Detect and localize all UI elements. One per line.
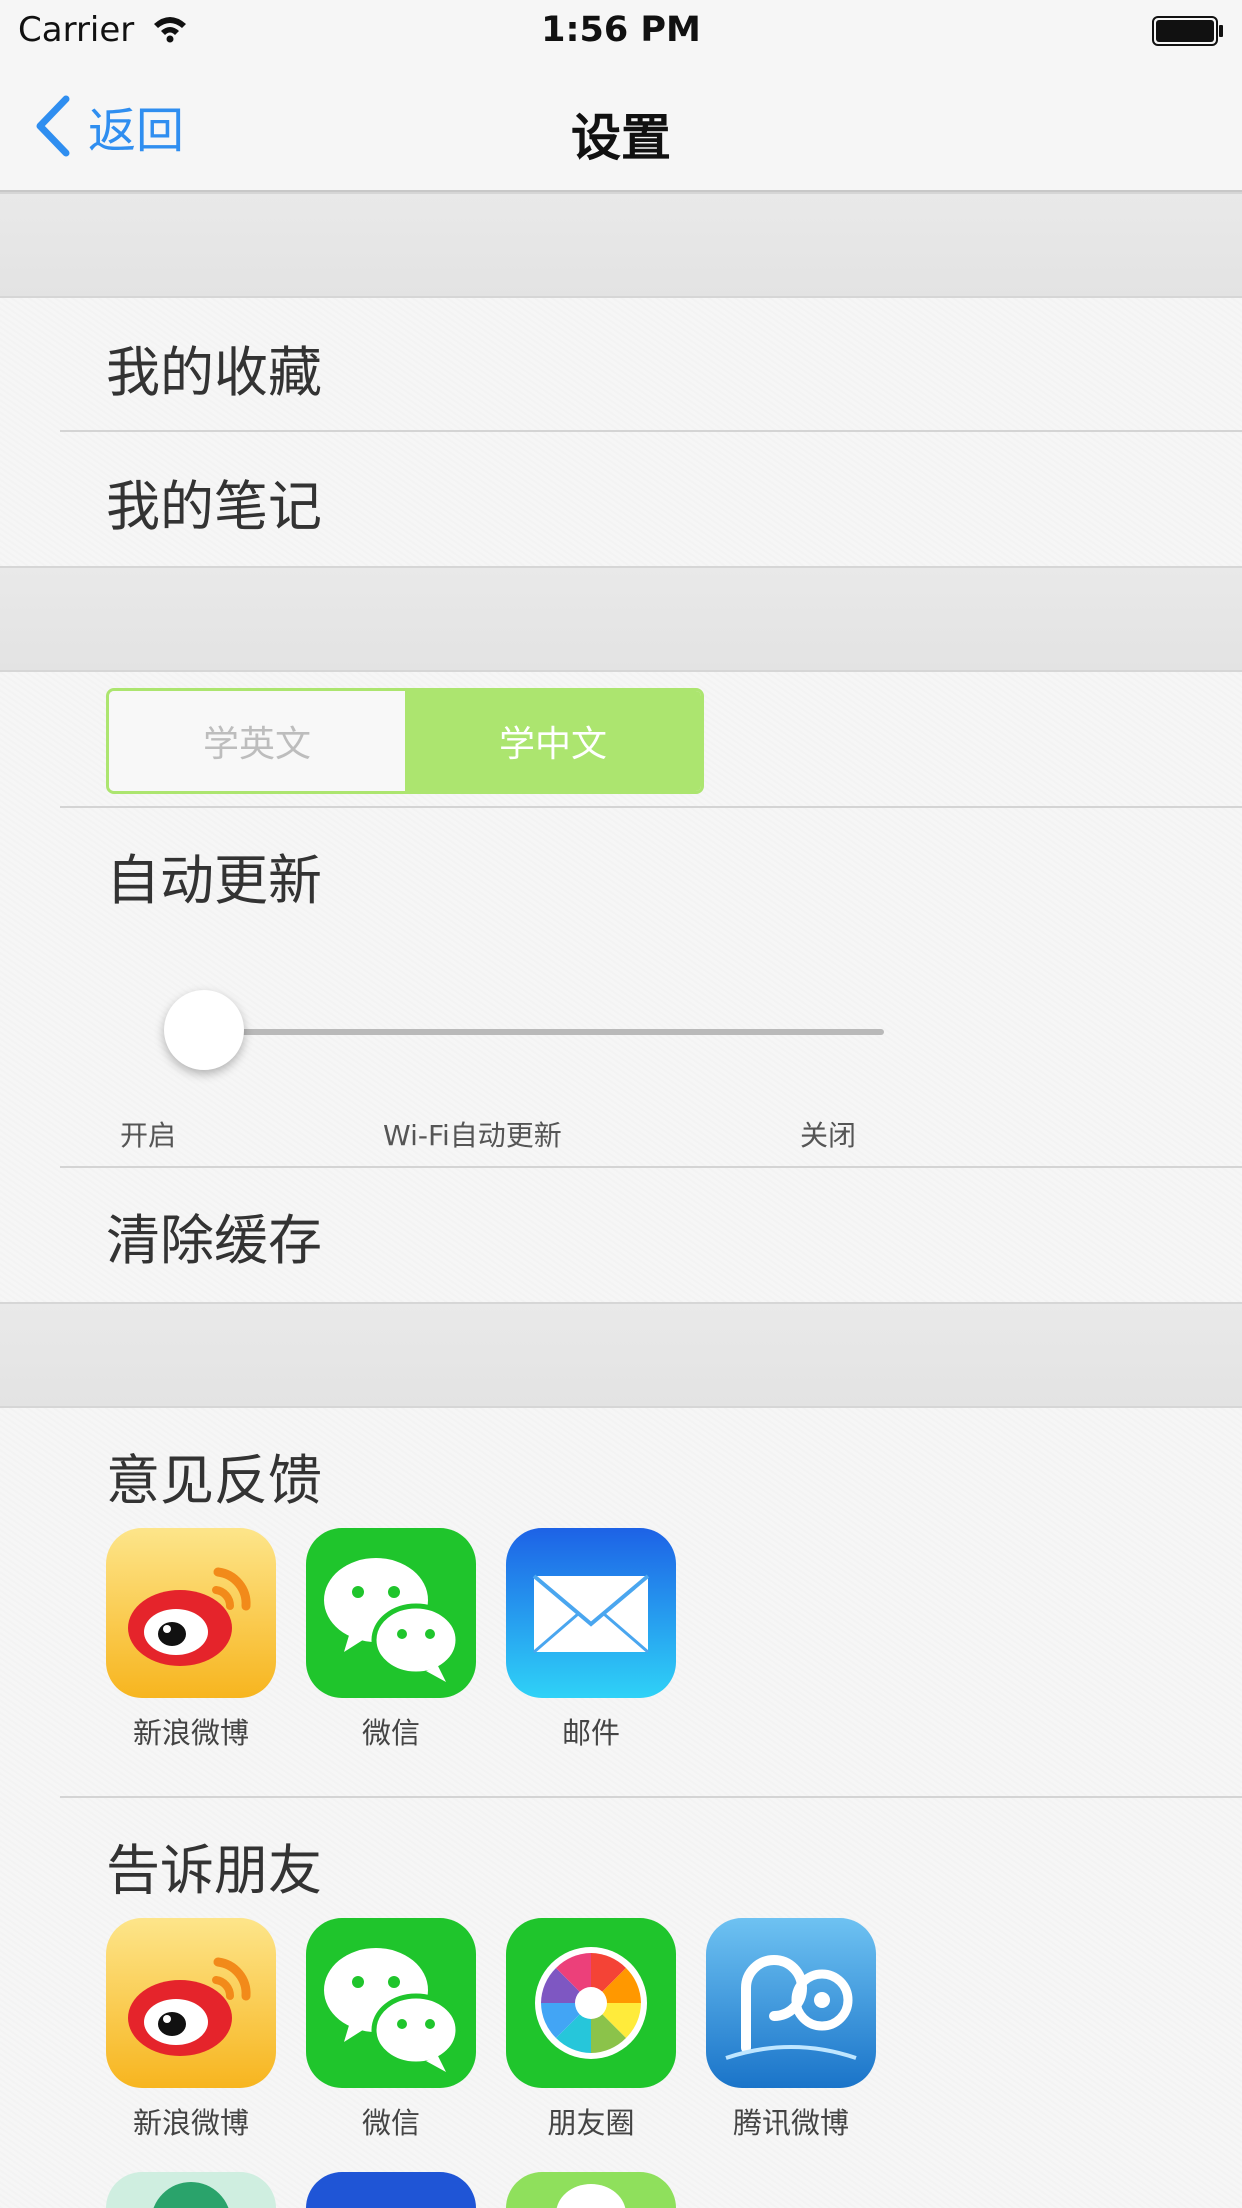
auto-update-slider-track[interactable] — [204, 1029, 884, 1035]
app-label: 朋友圈 — [547, 2106, 635, 2140]
share-wechat-button[interactable] — [306, 1918, 476, 2088]
favorites-row[interactable]: 我的收藏 — [106, 328, 322, 407]
tencent-weibo-icon — [706, 1918, 876, 2088]
auto-update-title: 自动更新 — [106, 849, 322, 912]
share-tencent-weibo-button[interactable] — [706, 1918, 876, 2088]
notes-row[interactable]: 我的笔记 — [106, 462, 322, 541]
language-segmented-control: 学英文 学中文 — [106, 688, 704, 794]
clear-cache-row[interactable]: 清除缓存 — [106, 1196, 322, 1275]
settings-group-1: 我的收藏 我的笔记 — [0, 298, 1242, 566]
navigation-bar: 返回 设置 — [0, 62, 1242, 192]
divider — [60, 430, 1242, 432]
section-gap — [0, 1302, 1242, 1408]
wechat-icon — [306, 1918, 476, 2088]
app-label: 新浪微博 — [132, 1716, 249, 1750]
slider-label-off: 关闭 — [800, 1119, 857, 1152]
app-label: 微信 — [361, 2106, 420, 2140]
moments-icon — [506, 1918, 676, 2088]
feedback-weibo-button[interactable] — [106, 1528, 276, 1698]
slider-label-on: 开启 — [120, 1119, 177, 1152]
segment-learn-chinese[interactable]: 学中文 — [405, 691, 701, 791]
status-bar: Carrier 1:56 PM — [0, 0, 1242, 62]
weibo-icon — [106, 1918, 276, 2088]
feedback-title: 意见反馈 — [106, 1449, 322, 1512]
divider — [60, 806, 1242, 808]
share-weibo-button[interactable] — [106, 1918, 276, 2088]
status-time: 1:56 PM — [541, 10, 701, 50]
app-label: 邮件 — [561, 1716, 620, 1750]
app-label: 微信 — [361, 1716, 420, 1750]
weibo-icon — [106, 1528, 276, 1698]
divider — [60, 1166, 1242, 1168]
app-label: 腾讯微博 — [732, 2106, 849, 2140]
feedback-wechat-button[interactable] — [306, 1528, 476, 1698]
slider-label-wifi: Wi-Fi自动更新 — [383, 1119, 562, 1152]
wechat-icon — [306, 1528, 476, 1698]
partial-app-icon[interactable] — [306, 2172, 476, 2208]
partial-app-icon[interactable] — [106, 2172, 276, 2208]
partial-app-icon[interactable] — [506, 2172, 676, 2208]
share-moments-button[interactable] — [506, 1918, 676, 2088]
mail-icon — [506, 1528, 676, 1698]
divider — [60, 1796, 1242, 1798]
feedback-mail-button[interactable] — [506, 1528, 676, 1698]
app-label: 新浪微博 — [132, 2106, 249, 2140]
auto-update-slider-thumb[interactable] — [164, 990, 244, 1070]
section-gap — [0, 192, 1242, 298]
tell-friends-title: 告诉朋友 — [106, 1839, 322, 1902]
section-gap — [0, 566, 1242, 672]
page-title: 设置 — [571, 109, 671, 167]
segment-learn-english[interactable]: 学英文 — [109, 691, 405, 791]
battery-icon — [1152, 16, 1223, 46]
